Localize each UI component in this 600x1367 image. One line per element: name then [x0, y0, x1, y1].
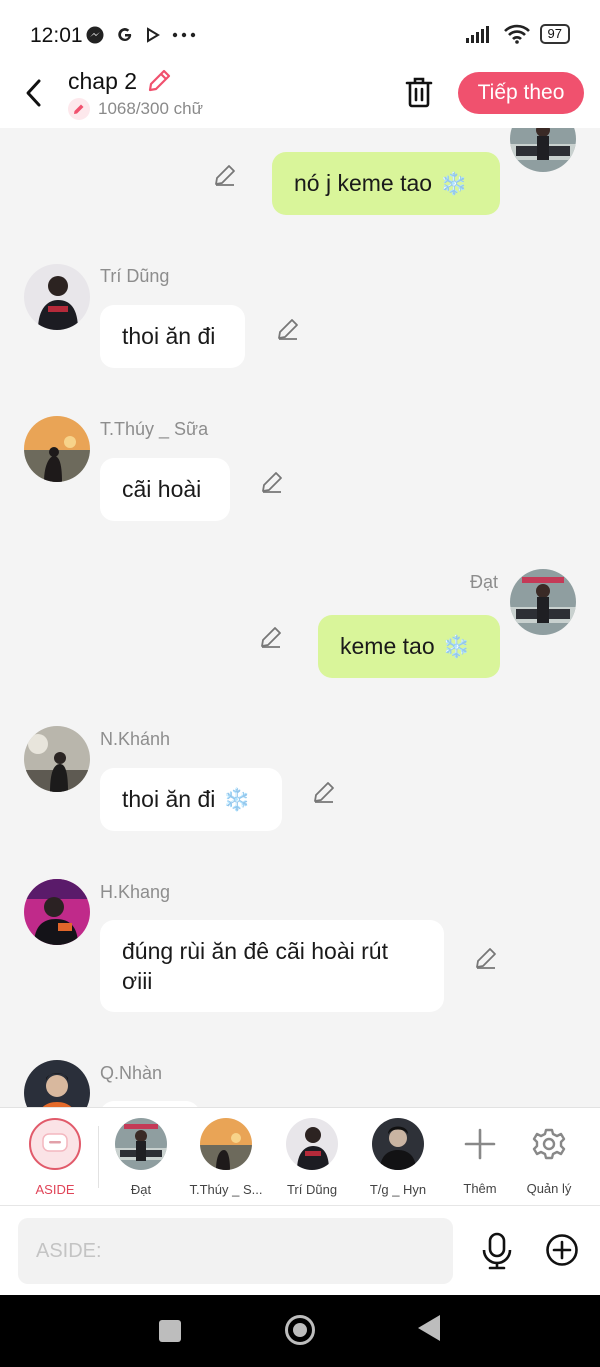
sender-name: T.Thúy _ Sữa: [100, 419, 209, 439]
character-aside[interactable]: ASIDE: [12, 1118, 98, 1197]
sender-name: Đạt: [470, 572, 499, 592]
manage-button[interactable]: Quản lý: [506, 1118, 592, 1196]
signal-icon: [465, 26, 489, 43]
snowflake-emoji: ❄️: [440, 170, 468, 196]
notification-icons: [86, 26, 196, 44]
word-count-row: 1068/300 chữ: [68, 98, 203, 120]
home-icon[interactable]: [285, 1315, 315, 1345]
edit-title-icon[interactable]: [146, 68, 172, 94]
character-selector: ASIDE Đạt T.Thúy _ S... Trí Dũng T/g _ H…: [0, 1107, 600, 1205]
character-label: ASIDE: [35, 1182, 75, 1197]
message-bubble[interactable]: thoi ăn đi ❄️: [100, 768, 282, 831]
message-text: thoi ăn đi: [122, 323, 216, 349]
avatar[interactable]: [24, 416, 90, 482]
avatar: [286, 1118, 338, 1170]
avatar[interactable]: [510, 128, 576, 172]
back-arrow-icon[interactable]: [24, 78, 44, 108]
trash-icon[interactable]: [404, 76, 434, 108]
character-tg-hyn[interactable]: T/g _ Hyn: [355, 1118, 441, 1197]
system-nav-bar: [0, 1295, 600, 1367]
message-bubble[interactable]: nó j keme tao ❄️: [272, 152, 500, 215]
gear-icon: [532, 1128, 566, 1160]
edit-message-icon[interactable]: [312, 780, 336, 804]
google-icon: [118, 28, 132, 42]
edit-message-icon[interactable]: [474, 946, 498, 970]
edit-message-icon[interactable]: [213, 163, 237, 187]
avatar[interactable]: [24, 1060, 90, 1107]
character-label: Đạt: [130, 1182, 152, 1197]
avatar[interactable]: [510, 569, 576, 635]
system-icons: 97: [465, 24, 570, 44]
chapter-title: chap 2: [68, 68, 138, 94]
sender-name: Trí Dũng: [100, 266, 170, 286]
avatar: [200, 1118, 252, 1170]
edit-message-icon[interactable]: [276, 317, 300, 341]
wifi-icon: [503, 24, 530, 44]
back-icon[interactable]: [418, 1315, 440, 1341]
chat-bubble-icon: [42, 1133, 68, 1152]
message-text: đúng rùi ăn đê cãi hoài rút ơiii: [122, 938, 388, 994]
character-label: Trí Dũng: [286, 1182, 338, 1197]
message-text: thoi ăn đi: [122, 786, 216, 812]
message-text: cãi hoài: [122, 476, 202, 502]
plus-icon: [464, 1128, 496, 1160]
edit-message-icon[interactable]: [259, 625, 283, 649]
messenger-icon: [86, 26, 104, 44]
character-tthuy[interactable]: T.Thúy _ S...: [183, 1118, 269, 1197]
character-dat[interactable]: Đạt: [98, 1118, 184, 1197]
message-bubble[interactable]: cãi hoài: [100, 458, 230, 521]
character-label: T.Thúy _ S...: [189, 1182, 263, 1197]
battery-icon: 97: [539, 24, 570, 44]
microphone-icon[interactable]: [480, 1232, 514, 1270]
message-bubble[interactable]: keme tao ❄️: [318, 615, 500, 678]
character-label: Quản lý: [526, 1181, 572, 1196]
edit-message-icon[interactable]: [260, 470, 284, 494]
character-label: T/g _ Hyn: [369, 1182, 427, 1197]
recents-icon[interactable]: [159, 1320, 181, 1342]
snowflake-emoji: ❄️: [442, 633, 471, 659]
message-bubble[interactable]: đúng rùi ăn đê cãi hoài rút ơiii: [100, 920, 444, 1012]
status-time: 12:01: [30, 24, 83, 47]
sender-name: Q.Nhàn: [100, 1063, 163, 1083]
snowflake-emoji: ❄️: [223, 786, 251, 812]
pencil-badge-icon: [68, 98, 90, 120]
sender-name: H.Khang: [100, 882, 171, 902]
message-bubble[interactable]: thoi ăn đi: [100, 305, 245, 368]
avatar: [372, 1118, 424, 1170]
top-bar: chap 2 1068/300 chữ Tiếp theo: [0, 64, 600, 128]
sender-name: N.Khánh: [100, 729, 171, 749]
message-text: nó j keme tao: [294, 170, 433, 196]
add-circle-icon[interactable]: [545, 1233, 579, 1267]
avatar[interactable]: [24, 879, 90, 945]
avatar[interactable]: [24, 726, 90, 792]
aside-avatar: [29, 1118, 81, 1170]
avatar[interactable]: [24, 264, 90, 330]
character-tri-dung[interactable]: Trí Dũng: [269, 1118, 355, 1197]
composer: [0, 1205, 600, 1295]
message-text: keme tao: [340, 633, 435, 659]
avatar: [115, 1118, 167, 1170]
message-input[interactable]: [18, 1218, 453, 1284]
next-button[interactable]: Tiếp theo: [458, 72, 584, 114]
more-dots-icon: [172, 32, 196, 38]
play-icon: [147, 27, 160, 43]
word-count: 1068/300 chữ: [98, 99, 203, 118]
status-bar: 12:01 97: [0, 0, 600, 64]
chat-area[interactable]: nó j keme tao ❄️ Trí Dũng thoi ăn đi T.T…: [0, 128, 600, 1107]
